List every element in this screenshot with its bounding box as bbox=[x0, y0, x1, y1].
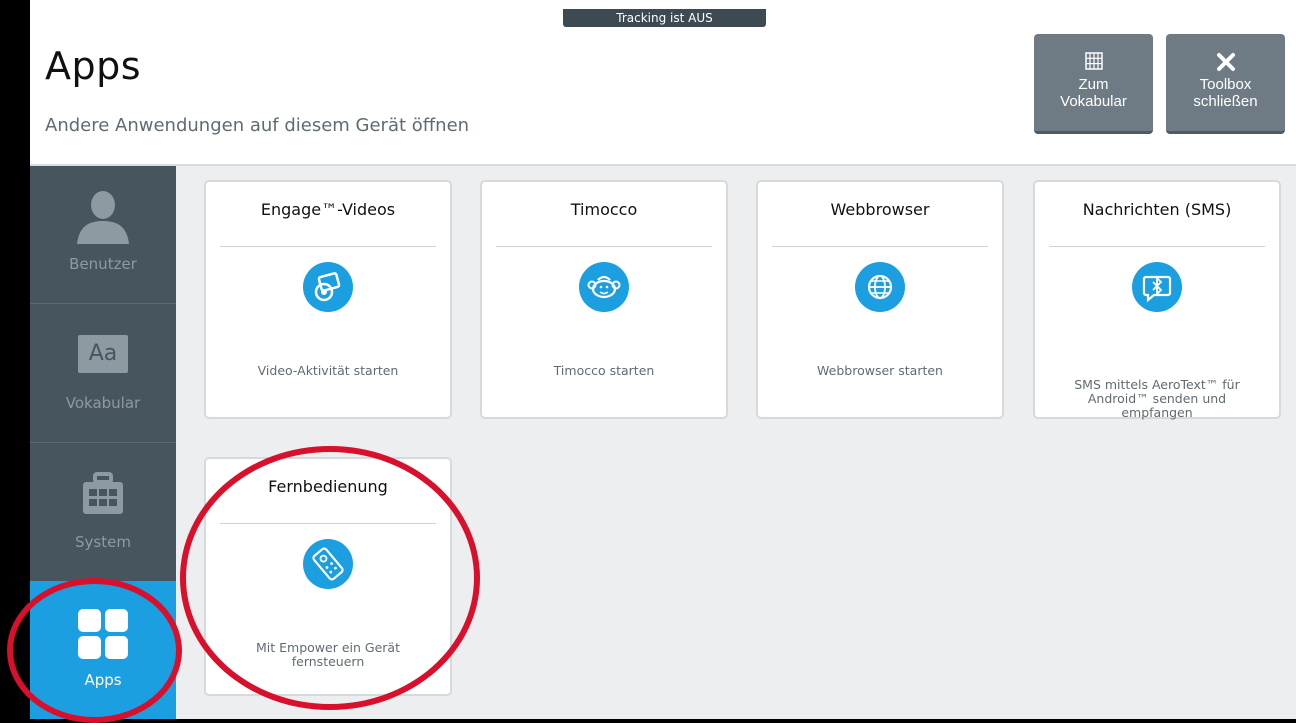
app-card-timocco[interactable]: Timocco Timocco starten bbox=[480, 180, 728, 419]
apps-grid: Engage™-Videos Video-Aktivität starten T… bbox=[176, 166, 1296, 719]
app-card-engage-videos[interactable]: Engage™-Videos Video-Aktivität starten bbox=[204, 180, 452, 419]
app-card-title: Engage™-Videos bbox=[260, 200, 396, 219]
app-card-title: Fernbedienung bbox=[268, 477, 388, 496]
app-card-sms[interactable]: Nachrichten (SMS) SMS mittels AeroText™ … bbox=[1033, 180, 1281, 420]
app-card-description: Mit Empower ein Gerät fernsteuern bbox=[256, 640, 400, 669]
page-title: Apps bbox=[45, 44, 142, 88]
vocabulary-icon: Aa bbox=[78, 335, 130, 375]
sidebar-item-label: Vokabular bbox=[65, 394, 141, 412]
video-activity-icon bbox=[303, 262, 353, 312]
toolbox-icon bbox=[81, 472, 125, 516]
app-window: Tracking ist AUS Apps Andere Anwendungen… bbox=[30, 0, 1296, 719]
tracking-status-badge: Tracking ist AUS bbox=[563, 9, 766, 27]
app-card-title: Webbrowser bbox=[830, 200, 930, 219]
card-divider bbox=[772, 246, 988, 247]
to-vocabulary-button[interactable]: Zum Vokabular bbox=[1034, 34, 1153, 134]
card-divider bbox=[496, 246, 712, 247]
app-card-description: Timocco starten bbox=[553, 363, 655, 378]
sidebar: Benutzer Aa Vokabular System Apps bbox=[30, 166, 176, 719]
to-vocabulary-label-1: Zum bbox=[1078, 76, 1109, 93]
app-card-remote-control[interactable]: Fernbedienung Mit Empower ein Gerät fern… bbox=[204, 457, 452, 696]
app-card-description: SMS mittels AeroText™ für Android™ sende… bbox=[1074, 377, 1240, 420]
app-card-title: Timocco bbox=[570, 200, 638, 219]
close-icon bbox=[1166, 52, 1285, 74]
sidebar-item-label: Apps bbox=[84, 671, 122, 689]
sidebar-item-apps[interactable]: Apps bbox=[30, 581, 176, 719]
close-toolbox-label-2: schließen bbox=[1193, 93, 1258, 110]
close-toolbox-button[interactable]: Toolbox schließen bbox=[1166, 34, 1285, 134]
sidebar-item-label: Benutzer bbox=[69, 255, 137, 273]
card-divider bbox=[220, 246, 436, 247]
apps-grid-icon bbox=[77, 608, 129, 660]
page-subtitle: Andere Anwendungen auf diesem Gerät öffn… bbox=[45, 115, 470, 136]
card-divider bbox=[220, 523, 436, 524]
close-toolbox-label-1: Toolbox bbox=[1199, 76, 1252, 93]
app-card-description: Webbrowser starten bbox=[817, 363, 943, 378]
to-vocabulary-label-2: Vokabular bbox=[1060, 93, 1127, 110]
card-divider bbox=[1049, 246, 1265, 247]
bluetooth-message-icon bbox=[1132, 262, 1182, 312]
app-card-webbrowser[interactable]: Webbrowser Webbrowser starten bbox=[756, 180, 1004, 419]
grid-icon bbox=[1034, 52, 1153, 74]
app-card-title: Nachrichten (SMS) bbox=[1082, 200, 1232, 219]
globe-icon bbox=[855, 262, 905, 312]
sidebar-item-system[interactable]: System bbox=[30, 444, 176, 582]
sidebar-item-label: System bbox=[75, 533, 131, 551]
app-card-description: Video-Aktivität starten bbox=[257, 363, 399, 378]
timocco-monkey-icon bbox=[579, 262, 629, 312]
sidebar-item-vokabular[interactable]: Aa Vokabular bbox=[30, 305, 176, 443]
user-icon bbox=[73, 186, 133, 246]
sidebar-item-benutzer[interactable]: Benutzer bbox=[30, 166, 176, 304]
remote-control-icon bbox=[303, 539, 353, 589]
